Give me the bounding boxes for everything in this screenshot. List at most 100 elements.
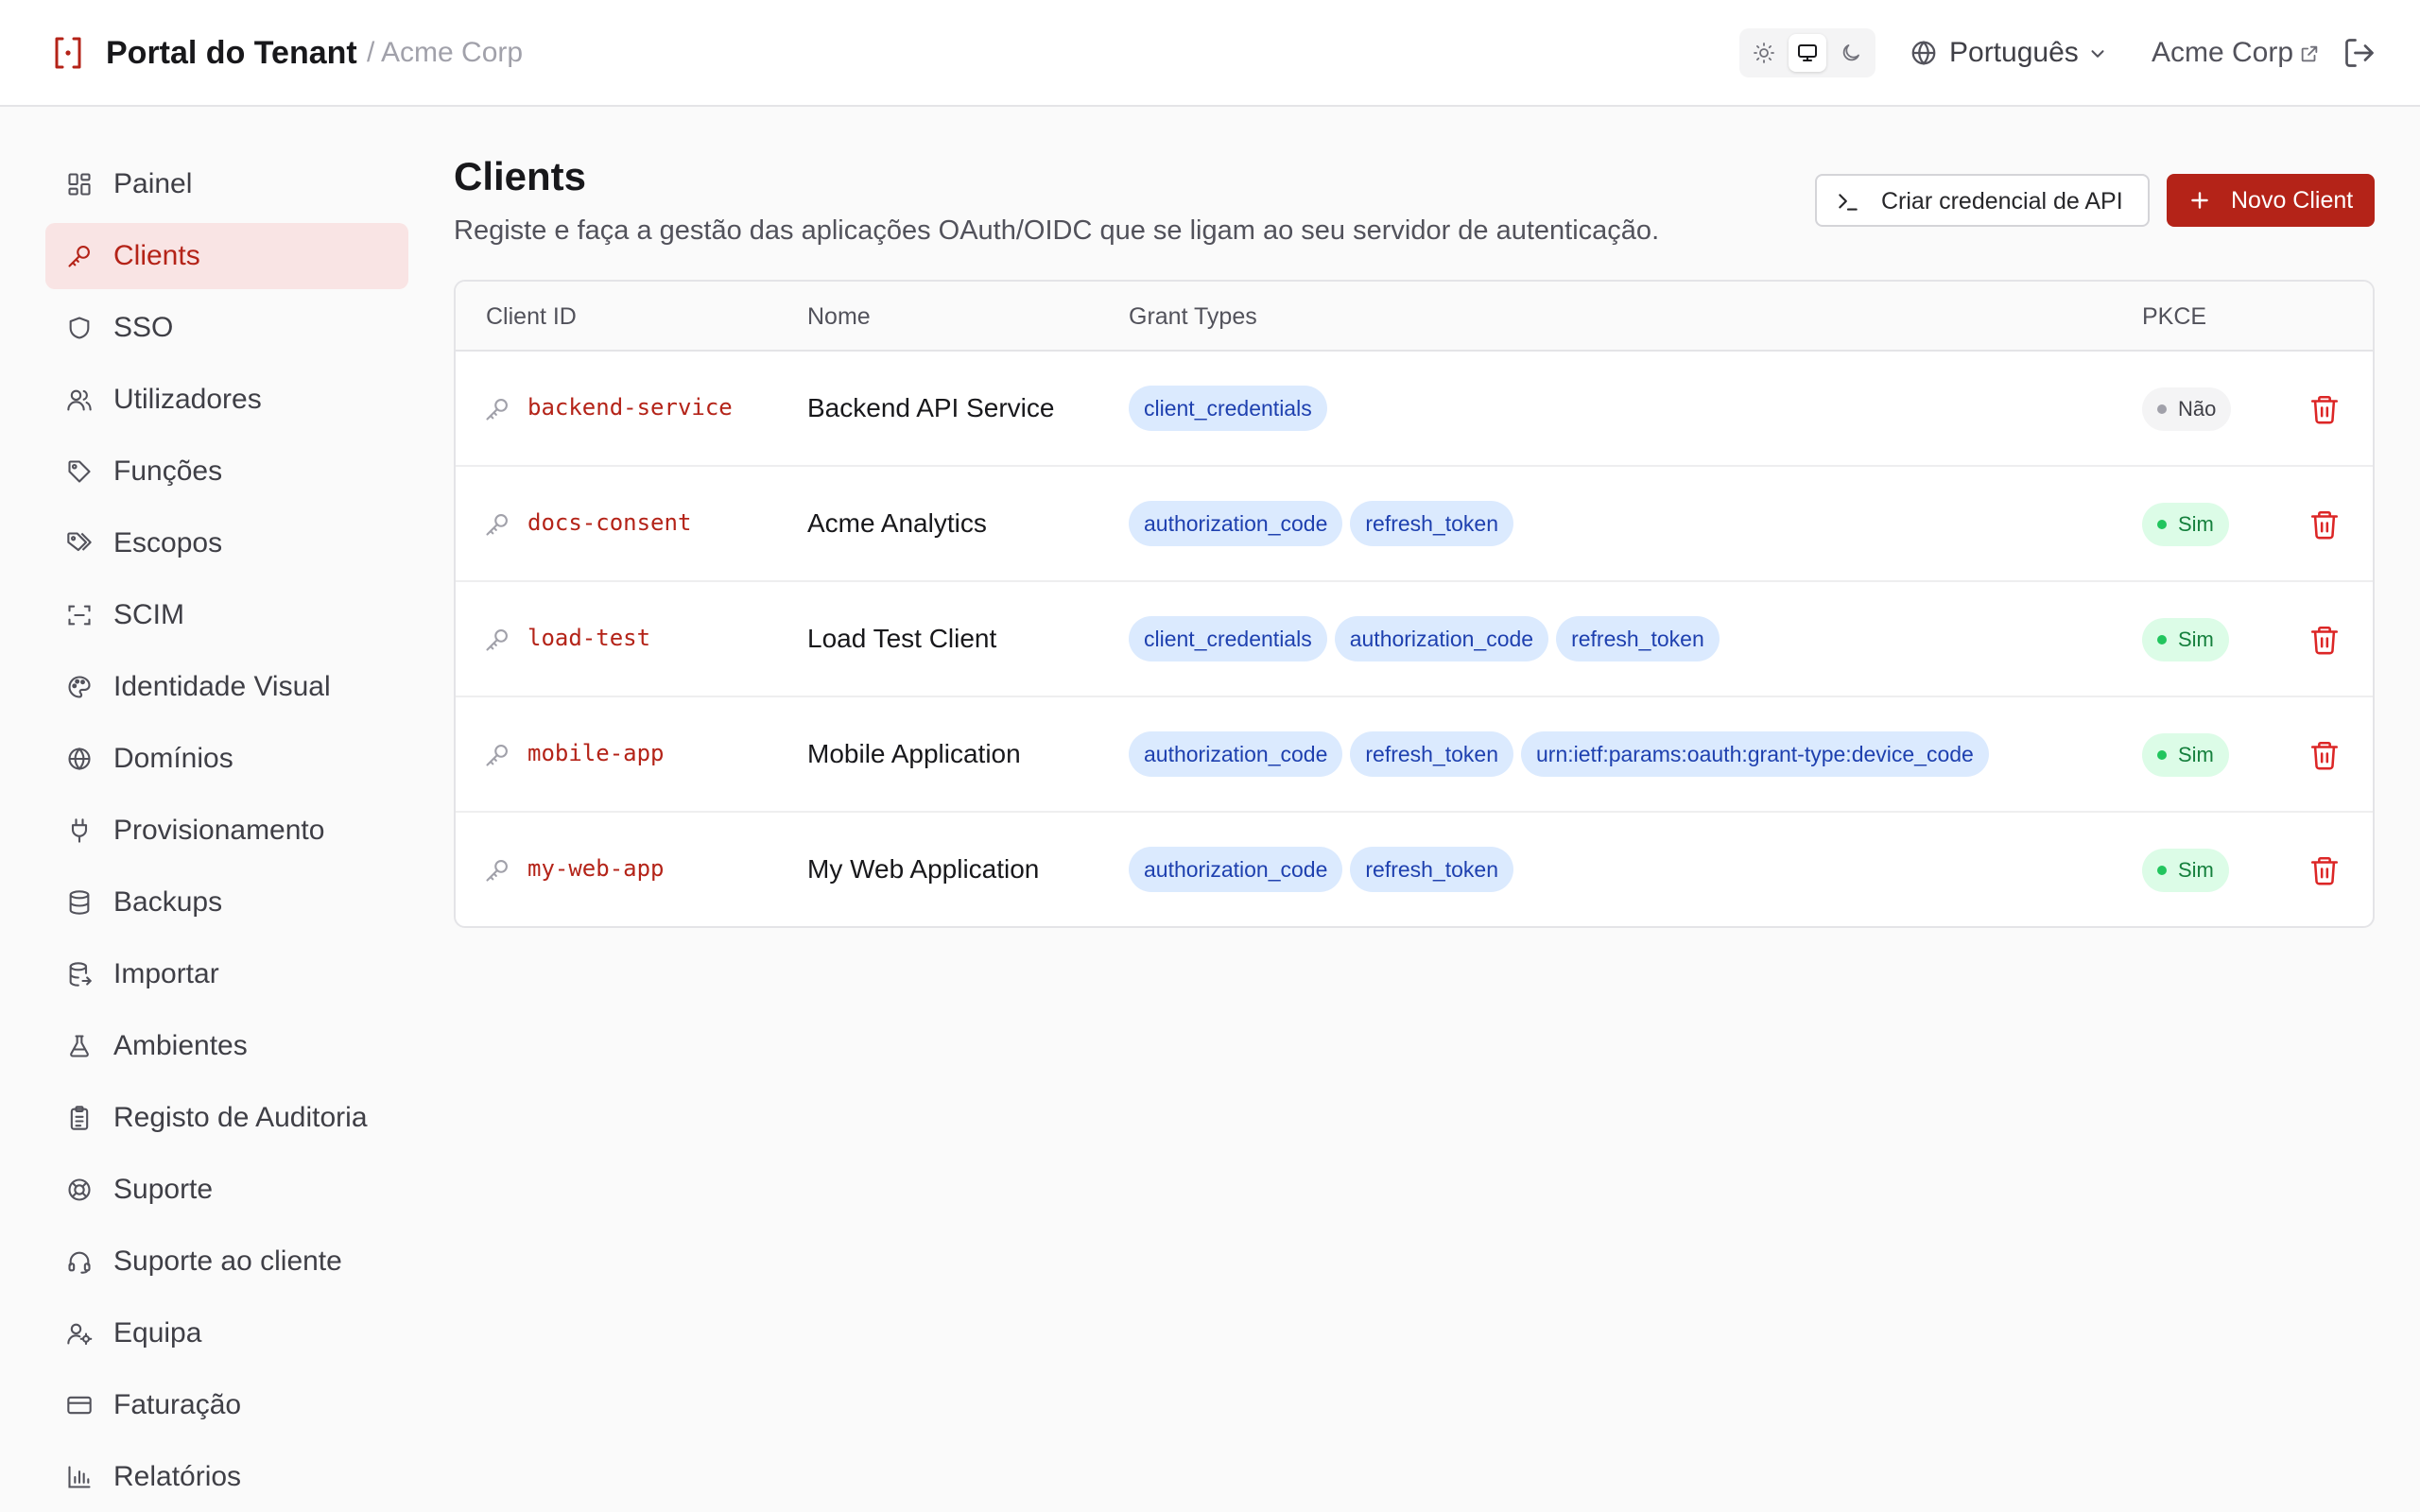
sidebar-item-suporte-ao-cliente[interactable]: Suporte ao cliente	[45, 1228, 408, 1295]
sidebar-item-utilizadores[interactable]: Utilizadores	[45, 367, 408, 433]
globe-icon	[1911, 41, 1936, 65]
trash-icon	[2310, 510, 2339, 540]
sidebar-item-label: Provisionamento	[113, 815, 325, 846]
table-row[interactable]: mobile-app Mobile Application authorizatio…	[456, 697, 2373, 813]
key-icon	[486, 629, 508, 651]
grant-type-badge: refresh_token	[1350, 731, 1514, 777]
new-client-button[interactable]: Novo Client	[2167, 174, 2375, 227]
grant-types: client_credentials	[1129, 386, 1327, 431]
table-row[interactable]: my-web-app My Web Application authorizatio…	[456, 813, 2373, 926]
new-client-label: Novo Client	[2231, 187, 2354, 214]
database-import-icon	[69, 962, 93, 987]
sidebar-item-identidade-visual[interactable]: Identidade Visual	[45, 654, 408, 720]
sidebar-item-registo-de-auditoria[interactable]: Registo de Auditoria	[45, 1085, 408, 1151]
database-icon	[69, 890, 90, 915]
delete-client-button[interactable]	[2308, 393, 2341, 425]
sidebar-item-faturacao[interactable]: Faturação	[45, 1372, 408, 1438]
delete-client-button[interactable]	[2308, 739, 2341, 771]
sidebar-item-scim[interactable]: SCIM	[45, 582, 408, 648]
theme-dark-button[interactable]	[1832, 34, 1870, 72]
sidebar-item-label: Ambientes	[113, 1030, 248, 1061]
theme-system-button[interactable]	[1789, 34, 1826, 72]
shield-icon	[69, 317, 90, 339]
sun-icon	[1754, 43, 1774, 63]
logout-icon[interactable]	[2342, 36, 2377, 70]
sidebar-item-label: Equipa	[113, 1317, 202, 1349]
client-id[interactable]: docs-consent	[527, 507, 691, 539]
chevron-down-icon	[2091, 50, 2104, 58]
sidebar-item-equipa[interactable]: Equipa	[45, 1300, 408, 1366]
grant-types: authorization_code refresh_token	[1129, 501, 1514, 546]
brand-name[interactable]: Portal do Tenant	[106, 32, 357, 74]
clipboard-icon	[70, 1106, 89, 1130]
grant-type-badge: refresh_token	[1350, 847, 1514, 892]
sidebar-item-label: Funções	[113, 455, 223, 487]
sidebar-item-label: Suporte ao cliente	[113, 1246, 342, 1277]
delete-client-button[interactable]	[2308, 854, 2341, 886]
sidebar-item-importar[interactable]: Importar	[45, 941, 408, 1007]
dashboard-icon	[68, 173, 91, 196]
client-name: Load Test Client	[807, 624, 997, 653]
table-row[interactable]: docs-consent Acme Analytics authorization_…	[456, 467, 2373, 582]
sidebar-item-escopos[interactable]: Escopos	[45, 510, 408, 576]
moon-icon	[1842, 44, 1859, 61]
sidebar-item-provisionamento[interactable]: Provisionamento	[45, 798, 408, 864]
column-header-pkce[interactable]: PKCE	[2142, 301, 2206, 333]
pkce-status-badge: Sim	[2142, 733, 2229, 777]
sidebar-item-sso[interactable]: SSO	[45, 295, 408, 361]
sidebar-item-ambientes[interactable]: Ambientes	[45, 1013, 408, 1079]
sidebar-item-clients[interactable]: Clients	[45, 223, 408, 289]
column-header-grant-types[interactable]: Grant Types	[1129, 301, 1257, 333]
delete-client-button[interactable]	[2308, 508, 2341, 541]
sidebar-item-label: Importar	[113, 958, 219, 989]
client-id[interactable]: mobile-app	[527, 737, 665, 769]
sidebar-item-label: Domínios	[113, 743, 233, 774]
page-subtitle: Registe e faça a gestão das aplicações O…	[454, 215, 1660, 246]
client-id[interactable]: load-test	[527, 622, 650, 654]
sidebar-item-backups[interactable]: Backups	[45, 869, 408, 936]
grant-type-badge: authorization_code	[1129, 501, 1343, 546]
headset-icon	[68, 1251, 91, 1274]
create-api-credential-label: Criar credencial de API	[1881, 188, 2123, 215]
table-row[interactable]: load-test Load Test Client client_credenti…	[456, 582, 2373, 697]
sidebar-item-label: Escopos	[113, 527, 223, 558]
sidebar-item-dominios[interactable]: Domínios	[45, 726, 408, 792]
users-icon	[67, 389, 92, 411]
brand-logo-icon[interactable]	[53, 36, 83, 70]
theme-light-button[interactable]	[1745, 34, 1783, 72]
plug-icon	[71, 818, 88, 843]
sidebar-item-label: Utilizadores	[113, 384, 262, 415]
sidebar-item-label: Suporte	[113, 1174, 214, 1205]
top-header: Portal do Tenant / Acme Corp Português A…	[0, 0, 2420, 107]
sidebar-item-relatorios[interactable]: Relatórios	[45, 1444, 408, 1510]
sidebar-item-painel[interactable]: Painel	[45, 151, 408, 217]
monitor-icon	[1798, 44, 1817, 61]
table-row[interactable]: backend-service Backend API Service client…	[456, 352, 2373, 467]
client-id[interactable]: backend-service	[527, 391, 733, 423]
sidebar-item-funcoes[interactable]: Funções	[45, 438, 408, 505]
client-name: Acme Analytics	[807, 508, 987, 538]
column-header-client-id[interactable]: Client ID	[486, 301, 577, 333]
grant-type-badge: refresh_token	[1350, 501, 1514, 546]
client-id[interactable]: my-web-app	[527, 852, 665, 885]
sidebar-item-suporte[interactable]: Suporte	[45, 1157, 408, 1223]
page-title: Clients	[454, 154, 587, 198]
grant-types: authorization_code refresh_token	[1129, 847, 1514, 892]
org-name: Acme Corp	[2152, 37, 2294, 68]
bar-chart-icon	[68, 1466, 91, 1488]
sidebar-item-label: Faturação	[113, 1389, 242, 1420]
grant-type-badge: refresh_token	[1556, 616, 1720, 662]
sidebar-item-label: Relatórios	[113, 1461, 242, 1492]
plus-icon	[2191, 192, 2208, 209]
trash-icon	[2310, 626, 2339, 655]
user-cog-icon	[67, 1323, 93, 1346]
grant-type-badge: client_credentials	[1129, 616, 1327, 662]
grant-type-badge: urn:ietf:params:oauth:grant-type:device_…	[1521, 731, 1989, 777]
pkce-status-badge: Sim	[2142, 503, 2229, 546]
delete-client-button[interactable]	[2308, 624, 2341, 656]
create-api-credential-button[interactable]: Criar credencial de API	[1815, 174, 2150, 227]
tag-icon	[68, 460, 91, 483]
breadcrumb: / Acme Corp	[367, 37, 524, 68]
column-header-nome[interactable]: Nome	[807, 301, 871, 333]
grant-type-badge: authorization_code	[1334, 616, 1549, 662]
